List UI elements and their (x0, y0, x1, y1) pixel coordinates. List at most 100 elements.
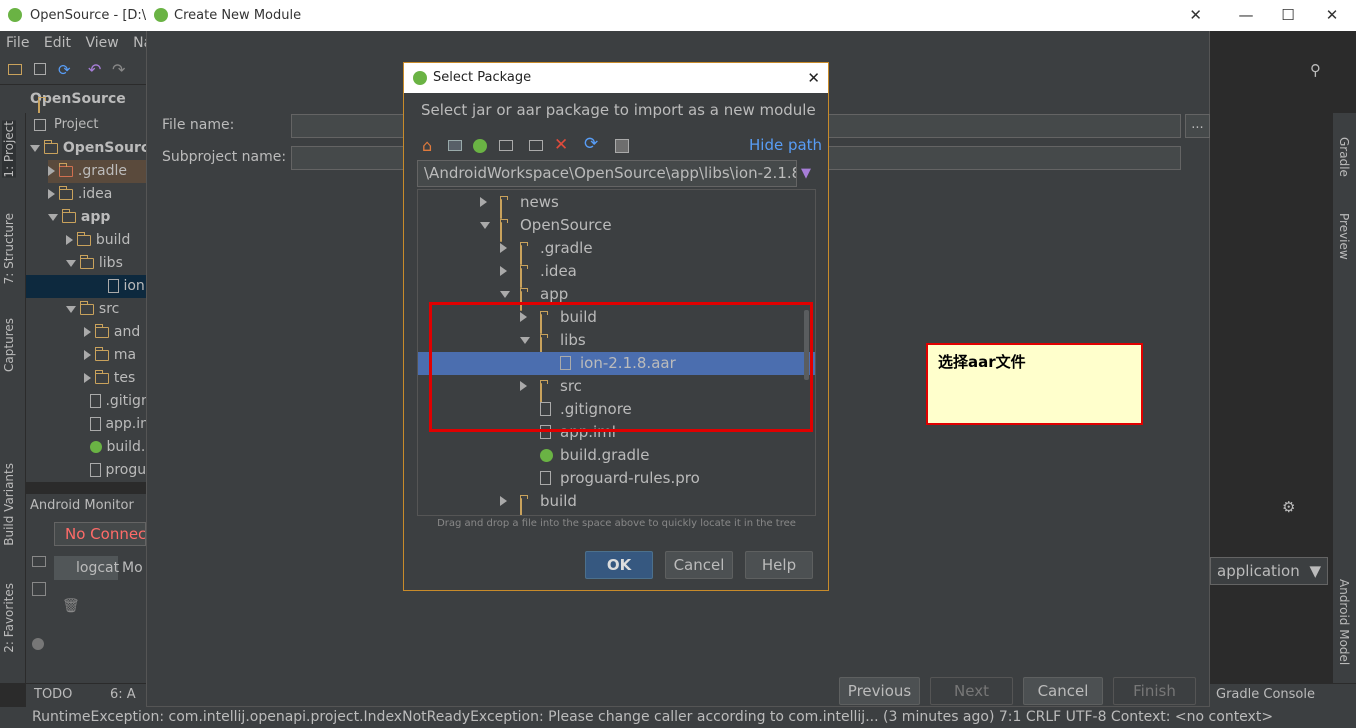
chevron-right-icon[interactable] (500, 496, 507, 506)
close-icon[interactable]: ✕ (1310, 0, 1354, 31)
tree-item-android-test[interactable]: and (84, 321, 140, 344)
chevron-right-icon[interactable] (480, 197, 487, 207)
ok-button[interactable]: OK (585, 551, 653, 579)
browse-button[interactable]: ... (1185, 114, 1210, 138)
close-icon[interactable]: ✕ (1189, 0, 1202, 31)
chevron-right-icon[interactable] (500, 243, 507, 253)
menu-navigate[interactable]: Na (133, 35, 146, 51)
tree-item-main[interactable]: ma (84, 344, 136, 367)
tree-item-opensource[interactable]: OpenSource (30, 137, 146, 160)
tab-logcat[interactable]: logcat (54, 556, 119, 580)
tab-android-model[interactable]: Android Model (1337, 579, 1351, 665)
maximize-icon[interactable]: ☐ (1266, 0, 1310, 31)
tree-item-app[interactable]: app (48, 206, 110, 229)
drag-drop-hint: Drag and drop a file into the space abov… (437, 518, 796, 529)
android-tab[interactable]: 6: A (110, 687, 136, 702)
home-icon[interactable]: ⌂ (422, 136, 432, 155)
tree-item-build-gradle[interactable]: build.g (90, 436, 146, 459)
menu-bar: File Edit View Na (0, 31, 146, 56)
menu-file[interactable]: File (6, 35, 29, 51)
gradle-console-tab[interactable]: Gradle Console (1216, 687, 1315, 702)
project-panel-header: Project (26, 113, 146, 137)
file-tree-row[interactable]: proguard-rules.pro (418, 467, 815, 490)
file-tree-label: OpenSource (520, 216, 612, 234)
tree-item-test[interactable]: tes (84, 367, 135, 390)
show-hidden-icon[interactable] (615, 139, 629, 153)
todo-tab[interactable]: TODO (34, 687, 72, 702)
redo-icon[interactable]: ↷ (112, 60, 125, 79)
tab-preview[interactable]: Preview (1337, 213, 1351, 260)
terminate-icon[interactable] (32, 638, 44, 650)
file-icon (540, 471, 551, 485)
hide-path-link[interactable]: Hide path (749, 136, 822, 154)
close-icon[interactable]: ✕ (807, 63, 820, 93)
tab-monitors[interactable]: Mo (122, 556, 143, 580)
chevron-right-icon[interactable] (500, 266, 507, 276)
file-tree-row[interactable]: .gradle (418, 237, 815, 265)
cancel-button[interactable]: Cancel (1023, 677, 1103, 705)
settings-icon[interactable]: ⚙ (1282, 498, 1295, 516)
tab-gradle[interactable]: Gradle (1337, 137, 1351, 177)
tree-item-ion[interactable]: ion (26, 275, 146, 298)
ide-title: OpenSource - [D:\d (30, 8, 146, 23)
minimize-icon[interactable]: — (1224, 0, 1268, 31)
file-tree-row[interactable]: .idea (418, 260, 815, 288)
delete-icon[interactable]: ✕ (554, 135, 568, 155)
file-tree-row[interactable]: OpenSource (418, 214, 815, 242)
create-module-title: Create New Module (174, 8, 302, 23)
open-folder-icon[interactable] (8, 64, 22, 75)
device-selector[interactable]: No Connect (54, 522, 146, 546)
status-bar: RuntimeException: com.intellij.openapi.p… (0, 707, 1356, 728)
record-icon[interactable] (32, 582, 46, 596)
ide-title-bar: OpenSource - [D:\d (0, 0, 146, 31)
module-icon[interactable] (499, 140, 513, 151)
tree-item-proguard[interactable]: progu (90, 459, 146, 482)
ide-window-controls: — ☐ ✕ (1210, 0, 1356, 31)
tab-build-variants[interactable]: Build Variants (2, 463, 16, 546)
tree-item-src[interactable]: src (66, 298, 119, 321)
gradle-icon (540, 449, 553, 462)
chevron-down-icon[interactable] (500, 291, 510, 298)
finish-button[interactable]: Finish (1113, 677, 1196, 705)
new-folder-icon[interactable] (529, 140, 543, 151)
tree-item-gradle[interactable]: .gradle (48, 160, 146, 183)
tree-item-libs[interactable]: libs (66, 252, 123, 275)
tab-structure[interactable]: 7: Structure (2, 213, 16, 284)
tab-favorites[interactable]: 2: Favorites (2, 583, 16, 653)
editor-right-area: ⚲ ⚙ application ▼ (1210, 31, 1332, 683)
run-config-selector[interactable]: application ▼ (1210, 557, 1328, 585)
tree-item-gitignore[interactable]: .gitign (90, 390, 146, 413)
menu-view[interactable]: View (85, 35, 118, 51)
file-tree-row[interactable]: build.gradle (418, 444, 815, 467)
file-tree-label: .idea (540, 262, 577, 280)
folder-icon (79, 254, 95, 269)
camera-icon[interactable] (32, 556, 46, 567)
menu-edit[interactable]: Edit (44, 35, 71, 51)
trash-icon[interactable]: 🗑 (62, 598, 80, 614)
left-tool-strip: 1: Project 7: Structure Captures Build V… (0, 113, 26, 683)
path-input[interactable]: \AndroidWorkspace\OpenSource\app\libs\io… (417, 160, 797, 187)
search-icon[interactable]: ⚲ (1310, 61, 1321, 79)
tab-captures[interactable]: Captures (2, 318, 16, 372)
tree-item-idea[interactable]: .idea (48, 183, 112, 206)
file-tree-row[interactable]: news (418, 191, 815, 219)
tree-item-build[interactable]: build (66, 229, 130, 252)
project-icon[interactable] (473, 139, 487, 153)
tab-project[interactable]: 1: Project (2, 121, 16, 178)
cancel-button[interactable]: Cancel (665, 551, 733, 579)
file-icon (90, 417, 101, 431)
path-history-icon[interactable]: ▼ (801, 166, 811, 181)
desktop-icon[interactable] (448, 140, 462, 151)
file-tree-row[interactable]: build (418, 490, 815, 515)
refresh-icon[interactable]: ⟳ (584, 134, 598, 154)
project-tab-label[interactable]: Project (54, 117, 98, 132)
sync-icon[interactable]: ⟳ (58, 61, 71, 79)
chevron-down-icon[interactable] (480, 222, 490, 229)
tree-item-app-iml[interactable]: app.in (90, 413, 146, 436)
next-button[interactable]: Next (930, 677, 1013, 705)
undo-icon[interactable]: ↶ (88, 60, 101, 79)
previous-button[interactable]: Previous (839, 677, 920, 705)
save-icon[interactable] (34, 63, 46, 75)
file-tree-label: proguard-rules.pro (560, 469, 700, 487)
help-button[interactable]: Help (745, 551, 813, 579)
